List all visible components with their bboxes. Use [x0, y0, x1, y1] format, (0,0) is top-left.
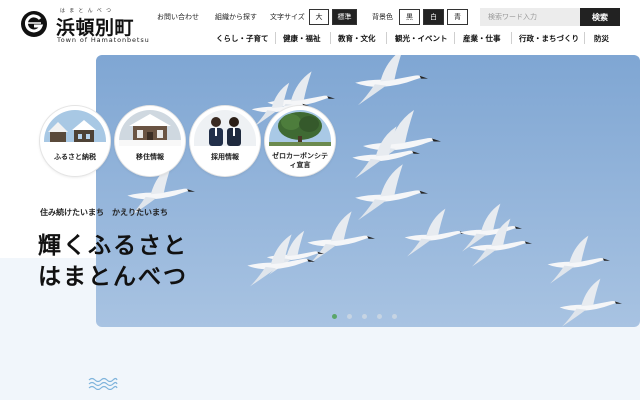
- search-button[interactable]: 検索: [580, 8, 620, 26]
- quick-link-furusato-nozei[interactable]: ふるさと納税: [40, 106, 110, 176]
- nav-administration[interactable]: 行政・まちづくり: [519, 33, 579, 44]
- hero-catchcopy: 住み続けたいまち かえりたいまち: [40, 208, 168, 217]
- quick-link-label: 採用情報: [211, 153, 239, 161]
- hero-title-line1: 輝くふるさと: [38, 233, 188, 259]
- quick-link-label-line1: ゼロカーボンシテ: [272, 152, 328, 160]
- town-emblem-icon: [21, 11, 47, 37]
- nav-living[interactable]: くらし・子育て: [216, 33, 269, 44]
- bg-color-black-button[interactable]: 黒: [399, 9, 420, 25]
- font-size-large-button[interactable]: 大: [309, 9, 329, 25]
- nav-divider: [584, 32, 585, 44]
- quick-link-label: ふるさと納税: [54, 153, 96, 161]
- quick-link-migration[interactable]: 移住情報: [115, 106, 185, 176]
- search-input[interactable]: [480, 8, 580, 26]
- slide-dot[interactable]: [347, 314, 352, 319]
- nav-divider: [511, 32, 512, 44]
- bg-color-blue-button[interactable]: 青: [447, 9, 468, 25]
- quick-link-label-line2: ィ宣言: [289, 161, 311, 169]
- nav-divider: [386, 32, 387, 44]
- nav-health[interactable]: 健康・福祉: [283, 33, 321, 44]
- houses-photo-icon: [44, 110, 106, 146]
- snow-house-photo-icon: [119, 110, 181, 146]
- bg-color-label: 背景色: [372, 13, 393, 21]
- font-size-label: 文字サイズ: [270, 13, 305, 21]
- logo-english-name: Town of Hamatonbetsu: [57, 36, 150, 44]
- staff-photo-icon: [194, 110, 256, 146]
- slide-dot[interactable]: [362, 314, 367, 319]
- quick-link-zero-carbon[interactable]: ゼロカーボンシテ ィ宣言: [265, 106, 335, 176]
- nav-divider: [330, 32, 331, 44]
- tree-photo-icon: [269, 110, 331, 146]
- org-search-link[interactable]: 組織から探す: [215, 12, 257, 22]
- slide-indicators: [332, 314, 402, 320]
- contact-link[interactable]: お問い合わせ: [157, 12, 199, 22]
- nav-divider: [275, 32, 276, 44]
- site-header: はまとんべつ 浜頓別町 Town of Hamatonbetsu お問い合わせ …: [0, 0, 640, 50]
- hero-title-line2: はまとんべつ: [38, 264, 188, 290]
- font-size-standard-button[interactable]: 標準: [332, 9, 357, 25]
- nav-divider: [454, 32, 455, 44]
- bg-color-white-button[interactable]: 白: [423, 9, 444, 25]
- slide-dot[interactable]: [392, 314, 397, 319]
- nav-disaster[interactable]: 防災: [594, 33, 609, 44]
- site-logo[interactable]: はまとんべつ 浜頓別町 Town of Hamatonbetsu: [20, 6, 155, 44]
- nav-industry[interactable]: 産業・仕事: [463, 33, 501, 44]
- slide-dot[interactable]: [332, 314, 337, 319]
- quick-link-recruitment[interactable]: 採用情報: [190, 106, 260, 176]
- wave-icon: [88, 377, 118, 390]
- quick-link-label: 移住情報: [136, 153, 164, 161]
- quick-link-label: ゼロカーボンシテ ィ宣言: [265, 152, 335, 170]
- slide-dot[interactable]: [377, 314, 382, 319]
- nav-education[interactable]: 教育・文化: [338, 33, 376, 44]
- nav-tourism[interactable]: 観光・イベント: [395, 33, 448, 44]
